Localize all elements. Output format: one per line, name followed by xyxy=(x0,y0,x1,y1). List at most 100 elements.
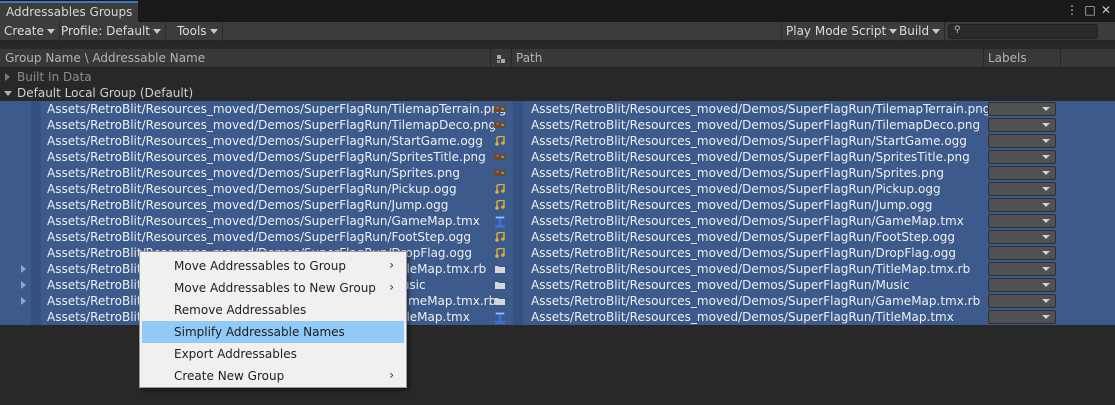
column-divider[interactable] xyxy=(511,49,512,68)
entry-path: Assets/RetroBlit/Resources_moved/Demos/S… xyxy=(531,246,956,260)
column-divider[interactable] xyxy=(490,49,491,68)
audio-icon xyxy=(494,231,506,242)
search-icon: ⚲ xyxy=(954,25,961,35)
tab-title: Addressables Groups xyxy=(6,5,133,19)
maximize-icon[interactable]: □ xyxy=(1083,3,1097,17)
table-row[interactable]: Assets/RetroBlit/Resources_moved/Demos/S… xyxy=(0,101,1115,117)
tmx-icon xyxy=(494,312,506,324)
labels-dropdown[interactable] xyxy=(988,214,1056,228)
menu-item-move-addressables-to-new-group[interactable]: Move Addressables to New Group › xyxy=(142,277,404,299)
texture-icon xyxy=(494,104,506,114)
tab-addressables-groups[interactable]: Addressables Groups xyxy=(0,1,138,22)
table-row[interactable]: Assets/RetroBlit/Resources_moved/Demos/S… xyxy=(0,181,1115,197)
table-row[interactable]: Assets/RetroBlit/Resources_moved/Demos/S… xyxy=(0,133,1115,149)
audio-icon xyxy=(494,247,506,258)
menu-item-simplify-addressable-names[interactable]: Simplify Addressable Names xyxy=(142,321,404,343)
entry-path: Assets/RetroBlit/Resources_moved/Demos/S… xyxy=(531,310,954,324)
labels-dropdown[interactable] xyxy=(988,118,1056,132)
tools-label: Tools xyxy=(177,24,207,38)
create-label: Create xyxy=(4,24,44,38)
group-built-in-data[interactable]: Built In Data xyxy=(0,69,1115,85)
table-row[interactable]: Assets/RetroBlit/Resources_moved/Demos/S… xyxy=(0,229,1115,245)
column-header: Group Name \ Addressable Name Path Label… xyxy=(0,49,1115,68)
column-divider[interactable] xyxy=(983,49,984,68)
group-label: Default Local Group (Default) xyxy=(17,86,194,100)
column-group-name[interactable]: Group Name \ Addressable Name xyxy=(5,51,205,65)
menu-item-remove-addressables[interactable]: Remove Addressables xyxy=(142,299,404,321)
chevron-right-icon: › xyxy=(389,368,394,382)
play-mode-script-dropdown[interactable]: Play Mode Script xyxy=(781,22,903,41)
menu-item-label: Export Addressables xyxy=(174,347,297,361)
entry-path: Assets/RetroBlit/Resources_moved/Demos/S… xyxy=(531,230,956,244)
texture-icon xyxy=(494,120,506,130)
create-dropdown[interactable]: Create xyxy=(0,22,60,41)
column-labels[interactable]: Labels xyxy=(988,51,1027,65)
entry-path: Assets/RetroBlit/Resources_moved/Demos/S… xyxy=(531,214,964,228)
entry-name: Assets/RetroBlit/Resources_moved/Demos/S… xyxy=(47,150,486,164)
menu-item-export-addressables[interactable]: Export Addressables xyxy=(142,343,404,365)
audio-icon xyxy=(494,183,506,194)
entry-name: Assets/RetroBlit/Resources_moved/Demos/S… xyxy=(47,134,483,148)
context-menu: Move Addressables to Group › Move Addressa… xyxy=(139,251,407,388)
texture-icon xyxy=(494,168,506,178)
entry-path: Assets/RetroBlit/Resources_moved/Demos/S… xyxy=(531,198,933,212)
menu-item-label: Create New Group xyxy=(174,369,285,383)
chevron-down-icon xyxy=(153,29,162,34)
close-icon[interactable]: ✕ xyxy=(1099,3,1113,17)
profile-dropdown[interactable]: Profile: Default xyxy=(57,22,167,41)
chevron-down-icon xyxy=(209,29,218,34)
labels-dropdown[interactable] xyxy=(988,198,1056,212)
chevron-right-icon[interactable] xyxy=(5,73,10,81)
audio-icon xyxy=(494,135,506,146)
menu-item-label: Remove Addressables xyxy=(174,303,307,317)
folder-icon xyxy=(494,296,506,306)
entry-name: Assets/RetroBlit/Resources_moved/Demos/S… xyxy=(47,214,480,228)
labels-dropdown[interactable] xyxy=(988,134,1056,148)
chevron-right-icon[interactable] xyxy=(21,265,26,273)
texture-icon xyxy=(494,152,506,162)
labels-dropdown[interactable] xyxy=(988,262,1056,276)
window-tab-strip: Addressables Groups ⋮ □ ✕ xyxy=(0,0,1115,22)
profile-label: Profile: Default xyxy=(61,24,151,38)
menu-item-move-addressables-to-group[interactable]: Move Addressables to Group › xyxy=(142,255,404,277)
entry-path: Assets/RetroBlit/Resources_moved/Demos/S… xyxy=(531,278,910,292)
entry-path: Assets/RetroBlit/Resources_moved/Demos/S… xyxy=(531,262,971,276)
entry-name: Assets/RetroBlit/Resources_moved/Demos/S… xyxy=(47,198,449,212)
labels-dropdown[interactable] xyxy=(988,166,1056,180)
labels-dropdown[interactable] xyxy=(988,310,1056,324)
labels-dropdown[interactable] xyxy=(988,230,1056,244)
entry-name: Assets/RetroBlit/Resources_moved/Demos/S… xyxy=(47,182,457,196)
chevron-right-icon[interactable] xyxy=(21,281,26,289)
entry-path: Assets/RetroBlit/Resources_moved/Demos/S… xyxy=(531,150,970,164)
search-input[interactable]: ⚲ xyxy=(948,24,1098,39)
column-divider[interactable] xyxy=(1060,49,1061,68)
group-default-local[interactable]: Default Local Group (Default) xyxy=(0,85,1115,101)
build-label: Build xyxy=(899,24,930,38)
toolbar: Create Profile: Default Tools Play Mode … xyxy=(0,22,1115,41)
table-row[interactable]: Assets/RetroBlit/Resources_moved/Demos/S… xyxy=(0,197,1115,213)
asset-type-icon xyxy=(496,53,506,63)
labels-dropdown[interactable] xyxy=(988,294,1056,308)
menu-item-create-new-group[interactable]: Create New Group › xyxy=(142,365,404,387)
play-mode-label: Play Mode Script xyxy=(786,24,887,38)
window-menu-icon[interactable]: ⋮ xyxy=(1065,3,1079,17)
labels-dropdown[interactable] xyxy=(988,246,1056,260)
entry-path: Assets/RetroBlit/Resources_moved/Demos/S… xyxy=(531,102,991,116)
column-path[interactable]: Path xyxy=(516,51,542,65)
labels-dropdown[interactable] xyxy=(988,150,1056,164)
build-dropdown[interactable]: Build xyxy=(895,22,946,41)
labels-dropdown[interactable] xyxy=(988,278,1056,292)
entry-name: Assets/RetroBlit/Resources_moved/Demos/S… xyxy=(47,230,472,244)
chevron-right-icon: › xyxy=(389,280,394,294)
chevron-down-icon xyxy=(932,29,941,34)
table-row[interactable]: Assets/RetroBlit/Resources_moved/Demos/S… xyxy=(0,213,1115,229)
chevron-right-icon[interactable] xyxy=(21,297,26,305)
table-row[interactable]: Assets/RetroBlit/Resources_moved/Demos/S… xyxy=(0,165,1115,181)
chevron-down-icon xyxy=(46,29,55,34)
labels-dropdown[interactable] xyxy=(988,102,1056,116)
table-row[interactable]: Assets/RetroBlit/Resources_moved/Demos/S… xyxy=(0,117,1115,133)
chevron-down-icon[interactable] xyxy=(4,91,12,96)
labels-dropdown[interactable] xyxy=(988,182,1056,196)
tools-dropdown[interactable]: Tools xyxy=(173,22,223,41)
table-row[interactable]: Assets/RetroBlit/Resources_moved/Demos/S… xyxy=(0,149,1115,165)
